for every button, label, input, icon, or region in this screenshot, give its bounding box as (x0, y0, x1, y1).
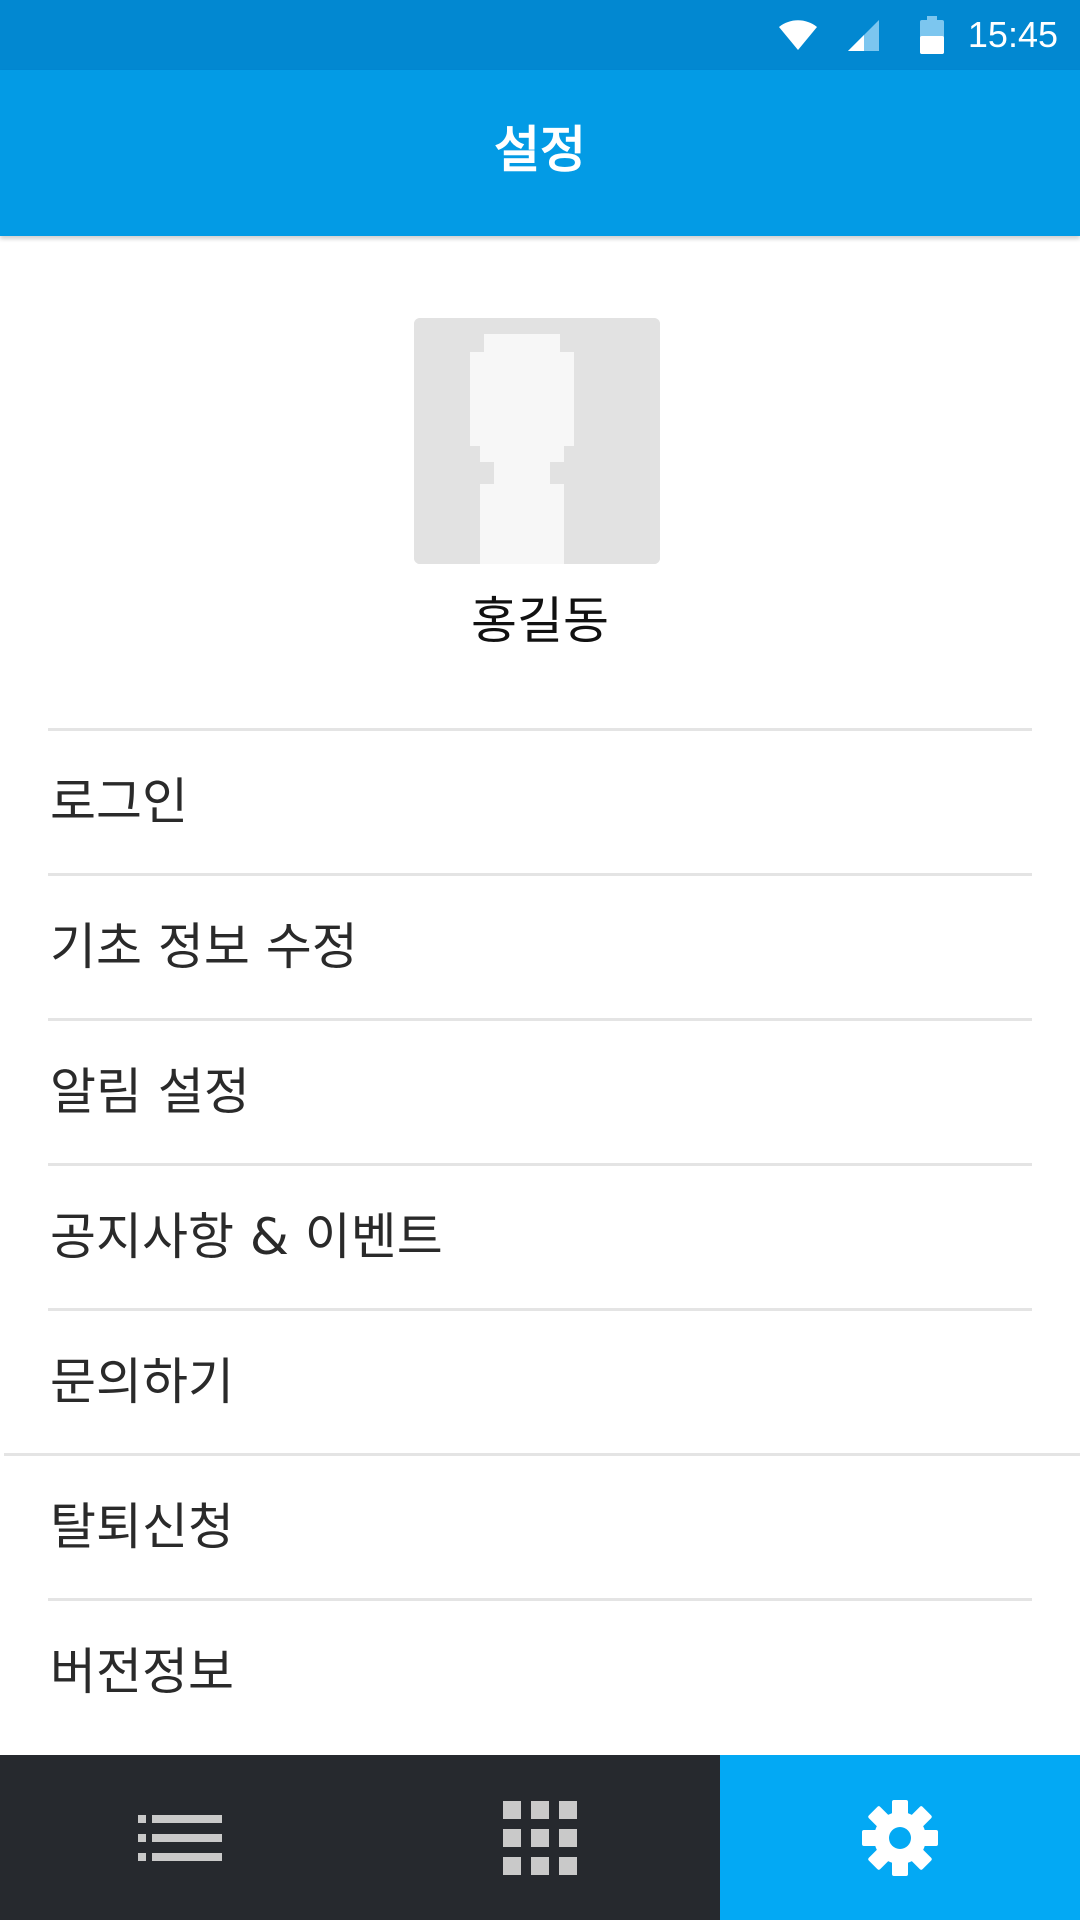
cellular-signal-icon (845, 0, 881, 70)
bottom-navigation (0, 1755, 1080, 1920)
profile-name: 홍길동 (471, 592, 609, 650)
list-icon (138, 1814, 222, 1861)
tab-grid[interactable] (360, 1755, 720, 1920)
avatar[interactable] (414, 318, 660, 564)
battery-icon (918, 0, 946, 70)
menu-item-label: 공지사항 & 이벤트 (50, 1208, 443, 1266)
tab-settings[interactable] (720, 1755, 1080, 1920)
menu-item-label: 로그인 (50, 773, 188, 831)
menu-item-withdraw[interactable]: 탈퇴신청 (4, 1453, 1080, 1598)
menu-item-label: 문의하기 (50, 1353, 234, 1411)
wifi-icon (775, 0, 821, 70)
menu-item-edit-basic-info[interactable]: 기초 정보 수정 (48, 873, 1032, 1018)
status-bar: 15:45 (0, 0, 1080, 70)
menu-item-login[interactable]: 로그인 (48, 728, 1032, 873)
status-time: 15:45 (967, 14, 1058, 55)
menu-item-notices-events[interactable]: 공지사항 & 이벤트 (48, 1163, 1032, 1308)
default-avatar-icon (414, 318, 660, 564)
menu-item-version-info[interactable]: 버전정보 (48, 1598, 1032, 1743)
page-title: 설정 (494, 121, 586, 179)
menu-item-label: 기초 정보 수정 (50, 918, 358, 976)
gear-icon (862, 1799, 938, 1876)
profile-section: 홍길동 (0, 236, 1080, 730)
grid-icon (503, 1800, 577, 1875)
tab-list[interactable] (0, 1755, 360, 1920)
menu-item-label: 버전정보 (50, 1643, 234, 1701)
menu-item-notification-settings[interactable]: 알림 설정 (48, 1018, 1032, 1163)
app-bar: 설정 (0, 70, 1080, 236)
settings-menu: 로그인 기초 정보 수정 알림 설정 공지사항 & 이벤트 문의하기 탈퇴신청 … (0, 728, 1080, 1743)
menu-item-label: 탈퇴신청 (50, 1498, 234, 1556)
menu-item-inquiry[interactable]: 문의하기 (48, 1308, 1032, 1453)
menu-item-label: 알림 설정 (50, 1063, 250, 1121)
settings-screen: 15:45 설정 홍길동 로그인 기초 정보 수정 알림 설정 공지사항 & 이… (0, 0, 1080, 1920)
